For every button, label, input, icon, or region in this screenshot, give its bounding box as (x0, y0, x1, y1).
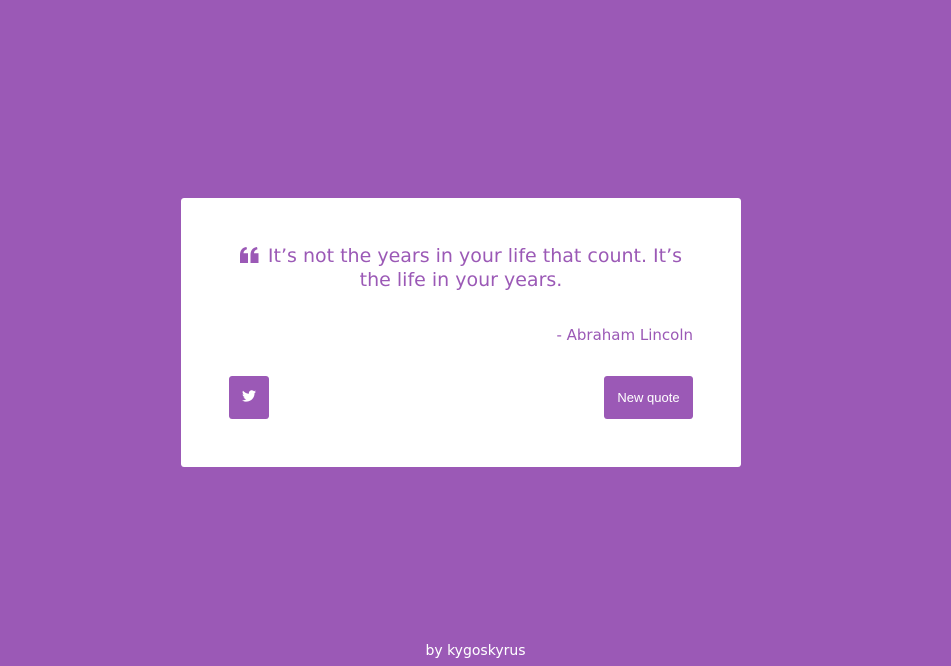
quote-text-block: It’s not the years in your life that cou… (229, 244, 693, 292)
quote-text: It’s not the years in your life that cou… (267, 245, 683, 291)
twitter-icon (242, 390, 256, 405)
quote-author: - Abraham Lincoln (556, 326, 693, 344)
tweet-button[interactable] (229, 376, 269, 419)
new-quote-button[interactable]: New quote (604, 376, 693, 419)
quote-box: It’s not the years in your life that cou… (181, 198, 741, 467)
quote-left-icon (239, 247, 259, 263)
page-background: { "colors": { "background": "#9b59b6", "… (0, 0, 951, 666)
footer: by kygoskyrus (0, 642, 951, 660)
footer-prefix: by (425, 643, 443, 659)
footer-author-link[interactable]: kygoskyrus (447, 643, 525, 659)
